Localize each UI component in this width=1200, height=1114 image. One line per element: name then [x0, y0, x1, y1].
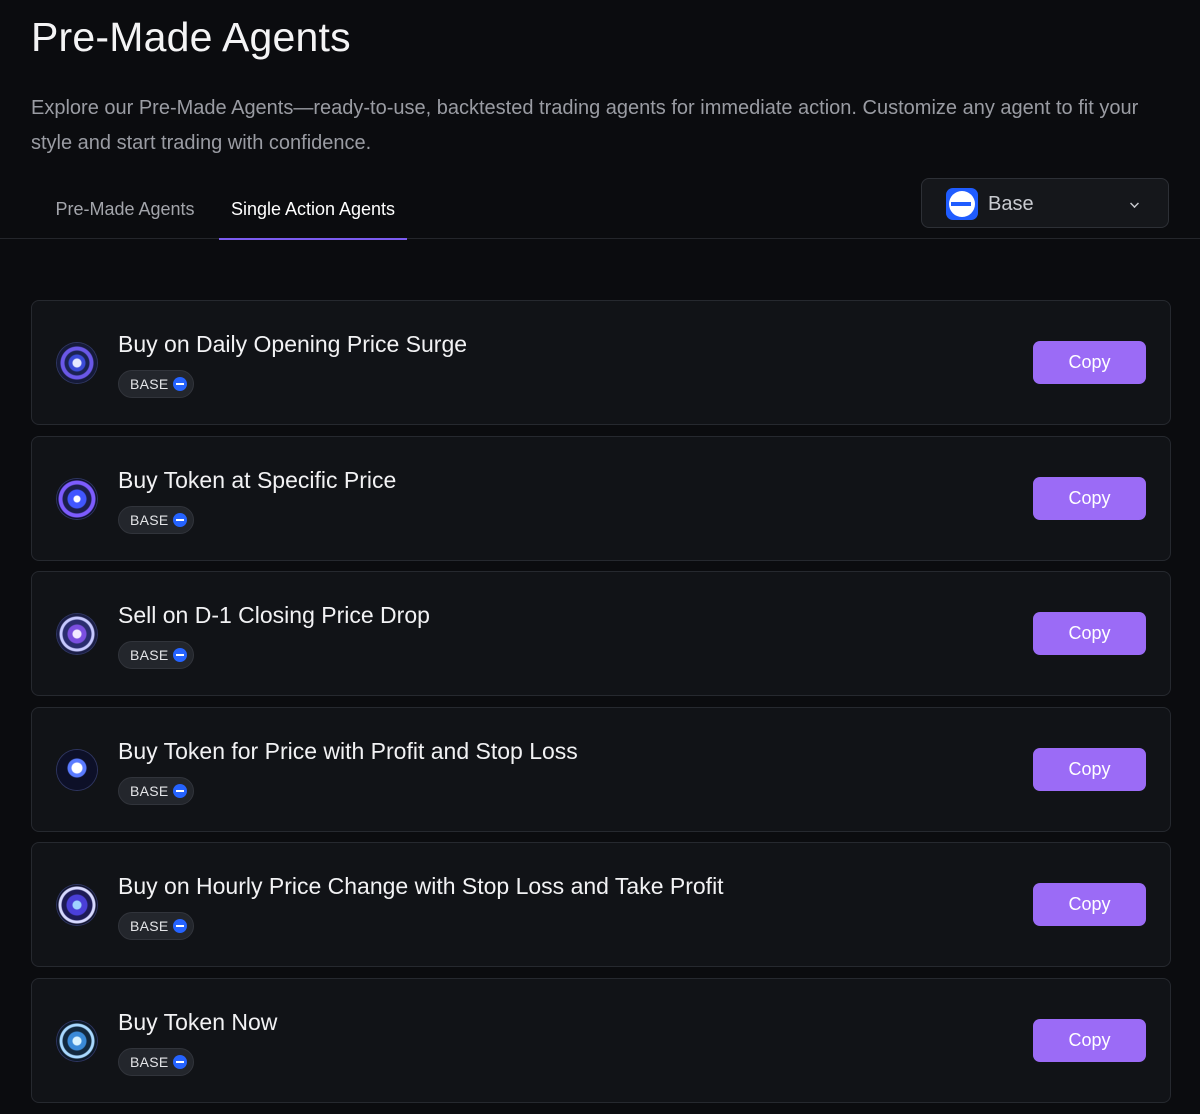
network-badge: BASE: [118, 370, 194, 398]
agent-card: Buy Token Now BASE Copy: [31, 977, 1171, 1103]
agent-title: Sell on D-1 Closing Price Drop: [118, 602, 430, 629]
network-badge-label: BASE: [130, 511, 169, 528]
base-network-icon: [173, 919, 187, 934]
base-network-icon: [946, 188, 978, 220]
network-badge: BASE: [118, 1047, 194, 1076]
agent-list: Buy on Daily Opening Price Surge BASE Co…: [31, 300, 1171, 1114]
network-badge: BASE: [118, 505, 194, 534]
agent-card: Buy on Daily Opening Price Surge BASE Co…: [31, 300, 1171, 425]
agent-title: Buy Token for Price with Profit and Stop…: [118, 737, 578, 764]
agent-title: Buy Token Now: [118, 1008, 278, 1035]
copy-button[interactable]: Copy: [1033, 747, 1146, 791]
tab-single-action-agents[interactable]: Single Action Agents: [219, 180, 407, 238]
agent-avatar: [57, 1020, 97, 1061]
copy-button[interactable]: Copy: [1033, 476, 1146, 520]
agent-title: Buy Token at Specific Price: [118, 466, 397, 493]
active-tab-indicator: [219, 238, 407, 240]
agent-avatar: [57, 885, 97, 926]
agent-card: Sell on D-1 Closing Price Drop BASE Copy: [31, 571, 1171, 697]
base-network-icon: [173, 377, 187, 391]
page-title: Pre-Made Agents: [31, 14, 351, 60]
agent-avatar: [57, 343, 97, 383]
base-network-icon: [173, 512, 187, 527]
page-description: Explore our Pre-Made Agents—ready-to-use…: [31, 97, 1139, 154]
base-network-icon: [173, 783, 187, 798]
tab-pre-made-agents[interactable]: Pre-Made Agents: [33, 180, 217, 238]
agent-avatar: [57, 478, 97, 519]
copy-button[interactable]: Copy: [1033, 341, 1146, 384]
agent-title: Buy on Daily Opening Price Surge: [118, 331, 468, 357]
network-select[interactable]: Base: [921, 178, 1169, 228]
copy-button[interactable]: Copy: [1033, 1018, 1146, 1062]
network-badge: BASE: [118, 641, 194, 670]
agent-card: Buy Token for Price with Profit and Stop…: [31, 706, 1171, 832]
network-badge-label: BASE: [130, 1053, 169, 1070]
copy-button[interactable]: Copy: [1033, 612, 1146, 656]
agent-title: Buy on Hourly Price Change with Stop Los…: [118, 873, 724, 900]
base-network-icon: [173, 1054, 187, 1069]
agent-avatar: [57, 749, 97, 790]
network-badge-label: BASE: [130, 782, 169, 799]
base-network-icon: [173, 648, 187, 663]
network-badge-label: BASE: [130, 918, 169, 935]
copy-button[interactable]: Copy: [1033, 883, 1146, 927]
agent-avatar: [57, 614, 97, 655]
network-select-value: Base: [988, 193, 1034, 215]
network-badge-label: BASE: [130, 376, 169, 392]
agent-card: Buy on Hourly Price Change with Stop Los…: [31, 842, 1171, 968]
agent-card: Buy Token at Specific Price BASE Copy: [31, 435, 1171, 561]
network-badge-label: BASE: [130, 647, 169, 664]
chevron-down-icon: [1130, 199, 1139, 208]
network-badge: BASE: [118, 776, 194, 805]
network-badge: BASE: [118, 912, 194, 941]
